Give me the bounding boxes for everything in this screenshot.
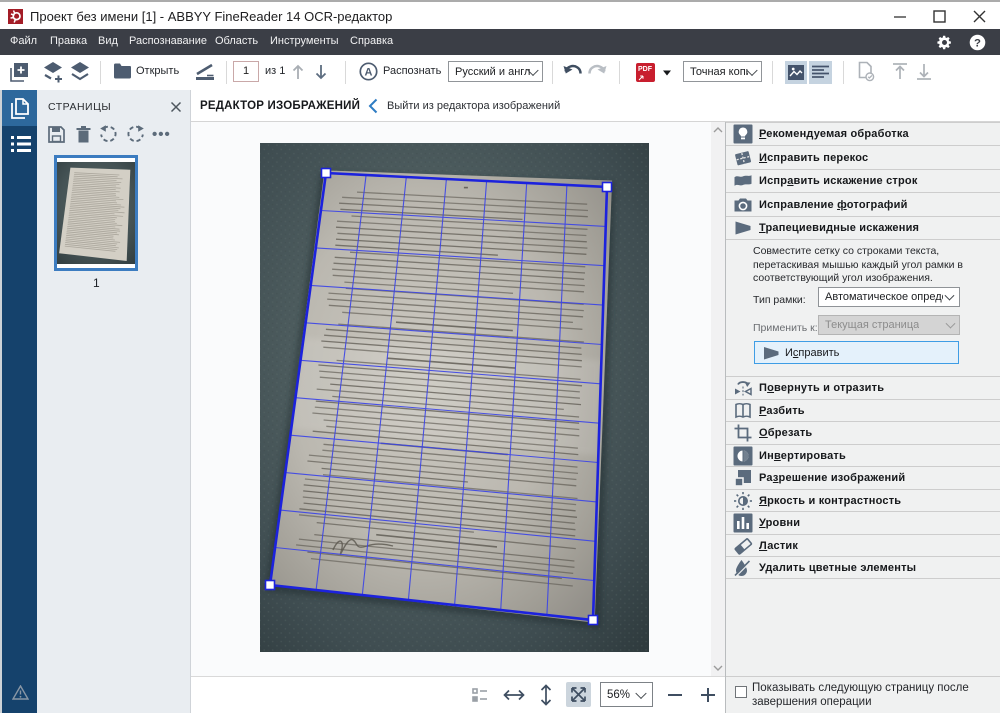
svg-text:?: ? [974,37,981,49]
svg-text:A: A [365,67,373,79]
